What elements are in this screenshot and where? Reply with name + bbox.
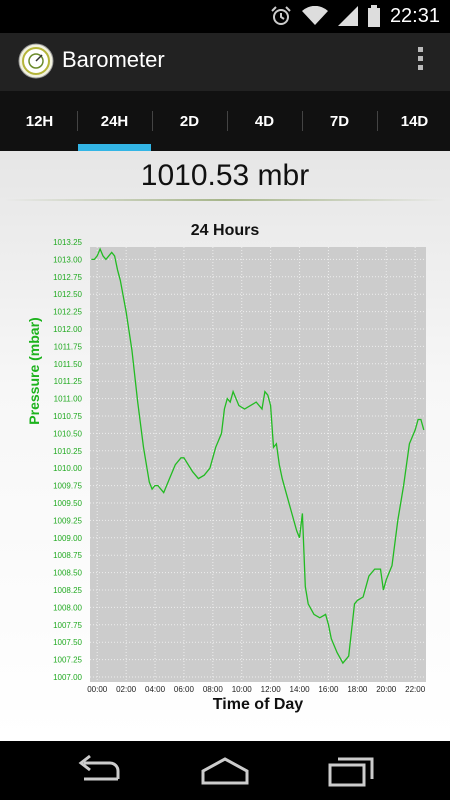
- signal-icon: [337, 6, 358, 26]
- overflow-menu-icon[interactable]: [416, 47, 424, 77]
- x-tick-label: 18:00: [347, 685, 368, 694]
- time-range-tabs: 12H 24H 2D 4D 7D 14D: [0, 91, 450, 151]
- back-icon[interactable]: [70, 753, 130, 789]
- alarm-icon: [271, 6, 291, 25]
- y-tick-label: 1009.50: [53, 499, 82, 508]
- y-tick-label: 1010.75: [53, 412, 82, 421]
- battery-icon: [367, 5, 380, 27]
- chart-x-axis-label: Time of Day: [212, 696, 304, 713]
- y-tick-label: 1008.25: [53, 586, 82, 595]
- action-bar: Barometer: [0, 33, 450, 91]
- tab-14d[interactable]: 14D: [377, 91, 450, 151]
- app-title: Barometer: [62, 47, 165, 72]
- y-tick-label: 1010.50: [53, 429, 82, 438]
- x-tick-label: 10:00: [232, 685, 253, 694]
- y-tick-label: 1007.25: [53, 656, 82, 665]
- y-tick-label: 1008.00: [53, 603, 82, 612]
- tab-7d[interactable]: 7D: [302, 91, 377, 151]
- plot-area: [90, 247, 426, 682]
- y-tick-label: 1012.50: [53, 290, 82, 299]
- y-tick-label: 1012.75: [53, 273, 82, 282]
- chart-y-axis-label: Pressure (mbar): [26, 317, 42, 425]
- y-tick-label: 1010.25: [53, 447, 82, 456]
- home-icon[interactable]: [195, 753, 255, 789]
- wifi-icon: [301, 6, 328, 25]
- status-icons: 22:31: [270, 4, 440, 28]
- y-tick-label: 1008.75: [53, 551, 82, 560]
- selected-tab-indicator: [78, 144, 151, 151]
- y-tick-label: 1010.00: [53, 464, 82, 473]
- pressure-chart[interactable]: 1007.00 1007.25 1007.50 1007.75 1008.00 1008.…: [0, 151, 450, 741]
- x-tick-label: 06:00: [174, 685, 195, 694]
- y-tick-label: 1008.50: [53, 569, 82, 578]
- status-clock: 22:31: [389, 4, 440, 27]
- y-tick-label: 1011.00: [54, 395, 83, 404]
- y-tick-label: 1012.25: [53, 308, 82, 317]
- y-tick-label: 1007.50: [53, 638, 82, 647]
- y-tick-label: 1011.25: [54, 377, 83, 386]
- y-tick-label: 1007.75: [53, 621, 82, 630]
- recent-apps-icon[interactable]: [322, 753, 382, 789]
- tab-2d[interactable]: 2D: [152, 91, 227, 151]
- y-tick-label: 1012.00: [53, 325, 82, 334]
- y-tick-label: 1013.00: [53, 255, 82, 264]
- x-tick-label: 02:00: [116, 685, 137, 694]
- x-tick-label: 00:00: [87, 685, 108, 694]
- status-bar: 22:31: [0, 0, 450, 33]
- y-tick-label: 1009.25: [53, 516, 82, 525]
- y-tick-label: 1007.00: [53, 673, 82, 682]
- tab-12h[interactable]: 12H: [2, 91, 77, 151]
- tab-24h[interactable]: 24H: [77, 91, 152, 151]
- x-tick-label: 12:00: [261, 685, 282, 694]
- x-tick-label: 14:00: [290, 685, 311, 694]
- x-tick-label: 16:00: [318, 685, 339, 694]
- x-tick-label: 08:00: [203, 685, 224, 694]
- y-tick-label: 1013.25: [53, 238, 82, 247]
- y-tick-label: 1009.00: [53, 534, 82, 543]
- app-logo-icon[interactable]: [18, 43, 54, 79]
- y-tick-label: 1009.75: [53, 482, 82, 491]
- x-tick-label: 04:00: [145, 685, 166, 694]
- navigation-bar: [0, 741, 450, 800]
- tab-4d[interactable]: 4D: [227, 91, 302, 151]
- main-content: 1010.53 mbr 24 Hours 1007.00 1007.25 1007.…: [0, 151, 450, 741]
- y-tick-label: 1011.50: [54, 360, 83, 369]
- y-tick-label: 1011.75: [54, 342, 83, 351]
- x-tick-label: 20:00: [376, 685, 397, 694]
- x-tick-label: 22:00: [405, 685, 426, 694]
